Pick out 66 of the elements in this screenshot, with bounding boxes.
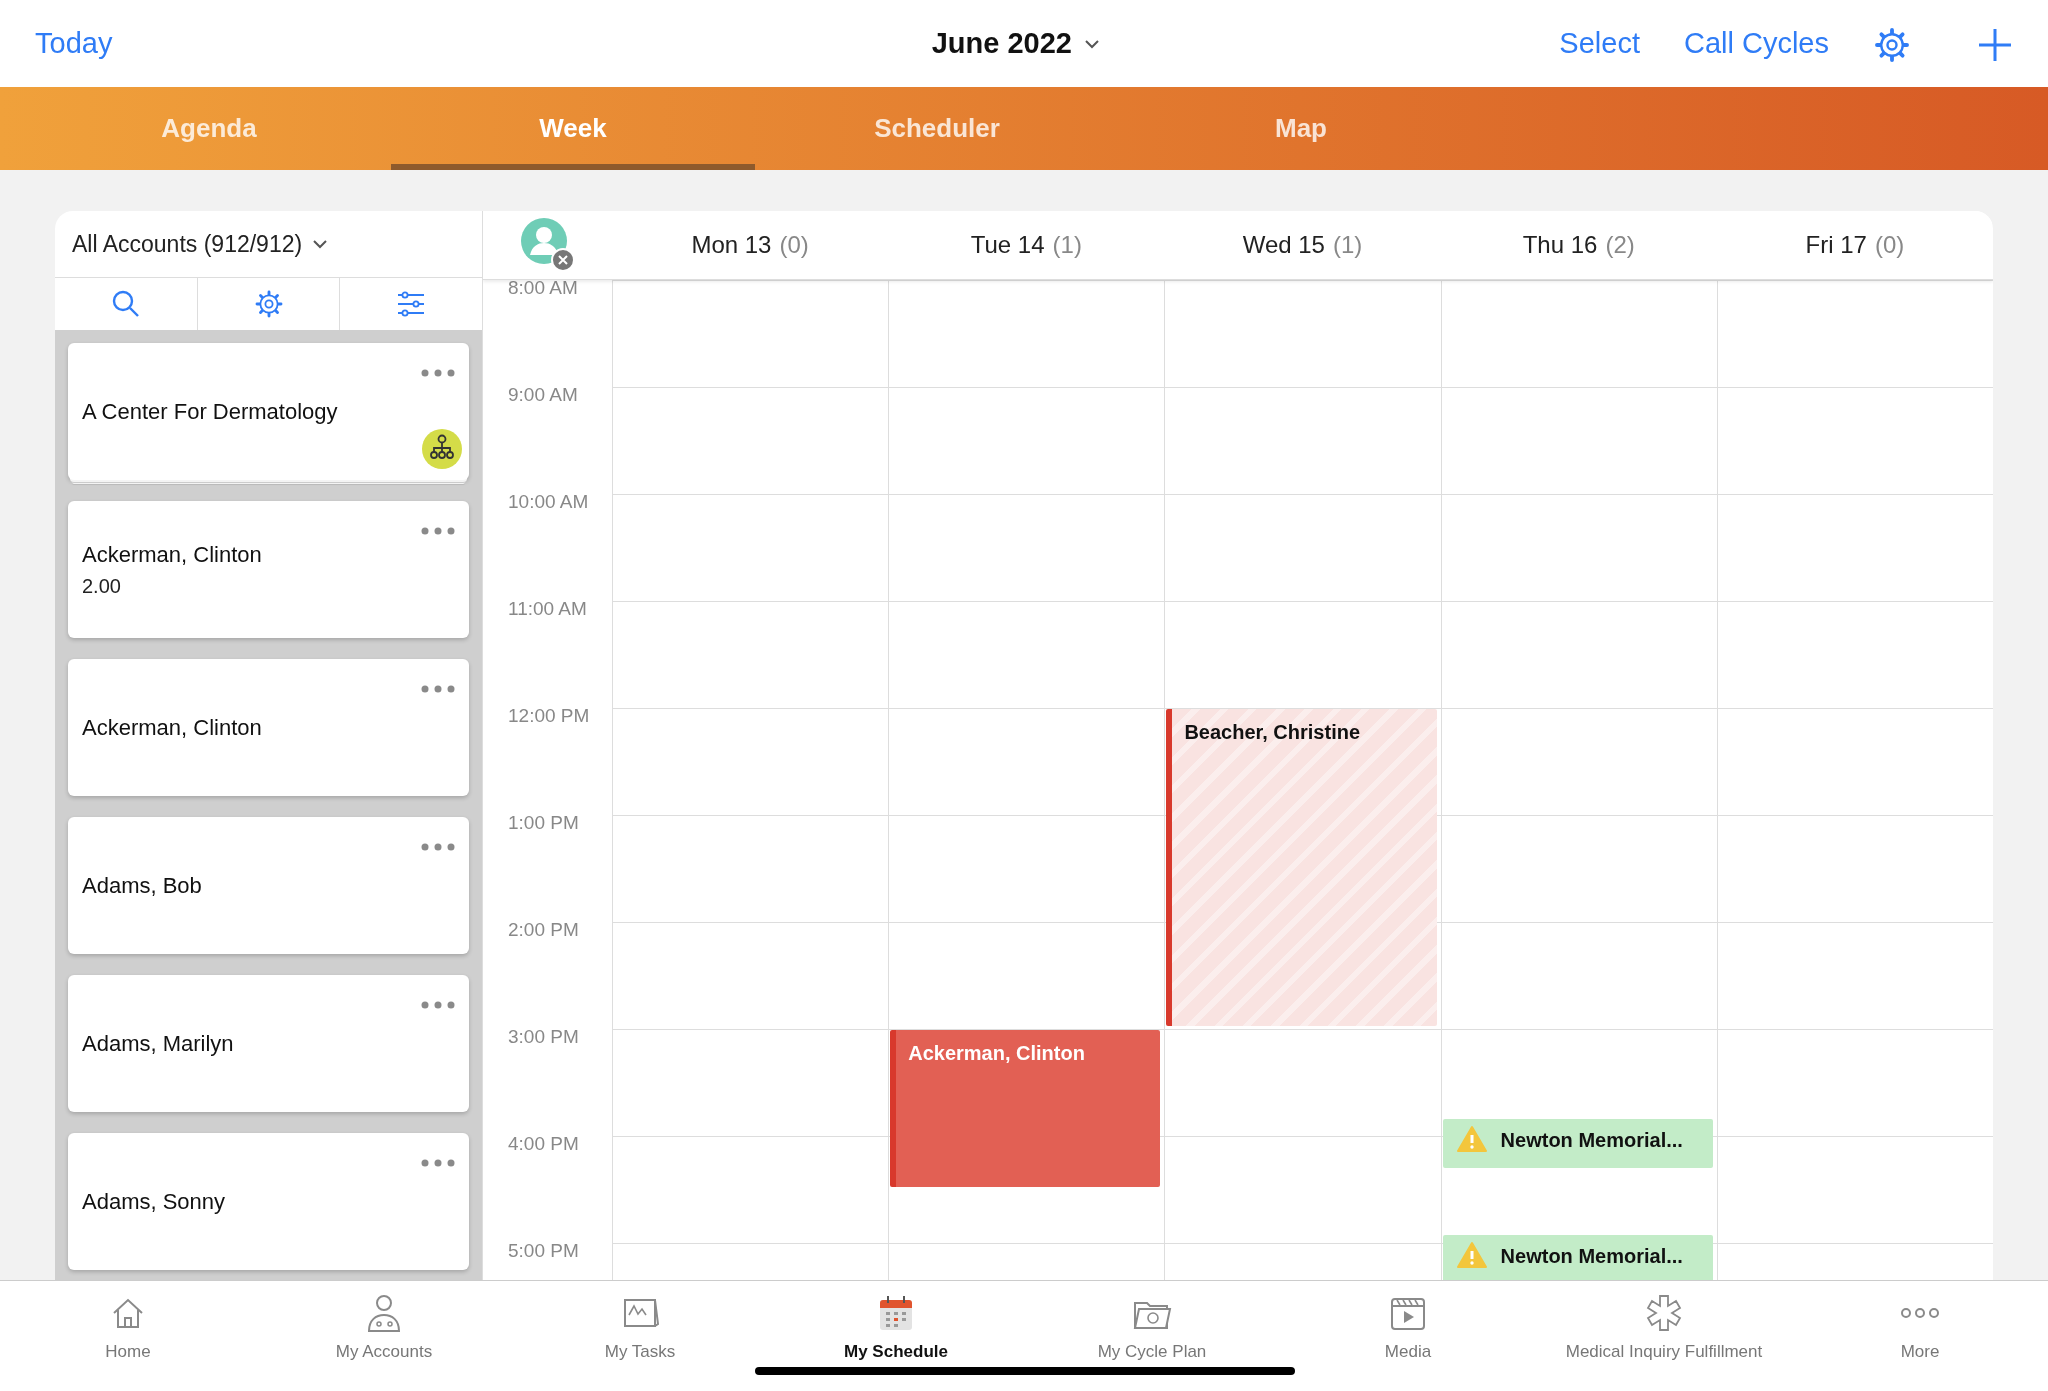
person-avatar-icon bbox=[519, 217, 576, 273]
chevron-down-icon bbox=[1084, 38, 1100, 49]
plus-icon bbox=[1977, 27, 2013, 64]
settings-icon bbox=[253, 289, 284, 319]
calendar-event[interactable]: Newton Memorial... bbox=[1442, 1235, 1713, 1280]
nav-tab[interactable]: Media bbox=[1280, 1281, 1536, 1391]
medical-star-icon bbox=[1644, 1293, 1684, 1333]
more-dots-icon bbox=[421, 369, 455, 377]
time-label: 10:00 AM bbox=[508, 490, 590, 514]
time-label: 11:00 AM bbox=[508, 597, 588, 621]
day-label: Tue 14 bbox=[970, 230, 1045, 260]
account-name: A Center For Dermatology bbox=[82, 398, 339, 426]
account-name: Ackerman, Clinton bbox=[82, 714, 263, 742]
time-label: 3:00 PM bbox=[508, 1025, 580, 1049]
event-count: (0) bbox=[1874, 230, 1905, 260]
calendar-event[interactable]: Beacher, Christine bbox=[1166, 709, 1437, 1026]
more-dots-icon bbox=[421, 1001, 455, 1009]
more-dots-icon bbox=[1901, 1308, 1939, 1318]
more-dots-icon bbox=[421, 843, 455, 851]
time-label: 1:00 PM bbox=[508, 811, 580, 835]
event-count: (0) bbox=[779, 230, 809, 260]
account-name: Adams, Bob bbox=[82, 872, 203, 900]
day-label: Fri 17 bbox=[1805, 230, 1867, 260]
event-count: (2) bbox=[1605, 230, 1635, 260]
account-card[interactable]: Ackerman, Clinton 2.00 bbox=[68, 501, 469, 638]
event-count: (1) bbox=[1332, 230, 1363, 260]
more-dots-icon bbox=[421, 527, 455, 535]
settings-icon bbox=[1873, 26, 1911, 65]
account-name: Adams, Sonny bbox=[82, 1188, 227, 1216]
nav-tab[interactable]: My Tasks bbox=[512, 1281, 768, 1391]
today-button[interactable]: Today bbox=[35, 21, 113, 66]
day-label: Wed 15 bbox=[1242, 230, 1325, 260]
action-link[interactable]: Call Cycles bbox=[1683, 21, 1829, 66]
month-title[interactable]: June 2022 bbox=[925, 20, 1106, 67]
day-label: Mon 13 bbox=[691, 230, 772, 260]
account-name: Adams, Marilyn bbox=[82, 1030, 235, 1058]
nav-tab[interactable]: Medical Inquiry Fulfillment bbox=[1536, 1281, 1792, 1391]
account-card[interactable]: Adams, Sonny bbox=[68, 1133, 469, 1270]
search-icon bbox=[110, 289, 141, 319]
account-name: Ackerman, Clinton bbox=[82, 541, 263, 569]
nav-tab[interactable]: Home bbox=[0, 1281, 256, 1391]
warning-icon bbox=[1456, 1124, 1487, 1153]
nav-tab[interactable]: My Accounts bbox=[256, 1281, 512, 1391]
account-card[interactable]: Ackerman, Clinton bbox=[68, 659, 469, 796]
sliders-icon bbox=[396, 291, 427, 317]
time-label: 5:00 PM bbox=[508, 1239, 580, 1263]
warning-icon bbox=[1456, 1241, 1487, 1270]
more-dots-icon bbox=[421, 1159, 455, 1167]
time-label: 12:00 PM bbox=[508, 704, 591, 728]
time-label: 4:00 PM bbox=[508, 1132, 580, 1156]
day-label: Thu 16 bbox=[1522, 230, 1598, 260]
action-link[interactable]: Select bbox=[1559, 21, 1640, 66]
time-label: 2:00 PM bbox=[508, 918, 580, 942]
time-label: 8:00 AM bbox=[508, 280, 579, 300]
calendar-event[interactable]: Ackerman, Clinton bbox=[890, 1030, 1161, 1187]
account-detail: 2.00 bbox=[82, 574, 122, 599]
account-card[interactable]: Adams, Marilyn bbox=[68, 975, 469, 1112]
user-filter-button[interactable] bbox=[519, 217, 576, 273]
nav-tab[interactable]: More bbox=[1792, 1281, 2048, 1391]
event-count: (1) bbox=[1052, 230, 1082, 260]
calendar-event[interactable]: Newton Memorial... bbox=[1442, 1118, 1713, 1169]
account-card[interactable]: Adams, Bob bbox=[68, 817, 469, 954]
view-tab[interactable]: Map bbox=[1119, 87, 1483, 170]
chevron-down-icon bbox=[312, 239, 329, 249]
more-dots-icon bbox=[421, 685, 455, 693]
time-label: 9:00 AM bbox=[508, 383, 579, 407]
